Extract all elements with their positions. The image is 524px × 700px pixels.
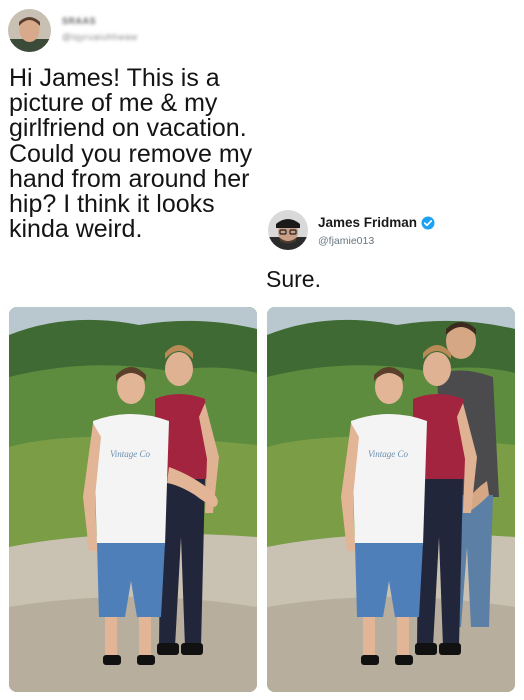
requester-handle[interactable]: @lqyruaiuhhwaw bbox=[62, 32, 138, 42]
requester-name[interactable]: SRAAS bbox=[62, 16, 96, 26]
photo-before[interactable]: Vintage Co bbox=[9, 307, 257, 692]
photo-after[interactable]: Vintage Co bbox=[267, 307, 515, 692]
reply-author-row: James Fridman bbox=[318, 215, 435, 230]
shirt-print-before: Vintage Co bbox=[110, 449, 151, 459]
shirt-print-after: Vintage Co bbox=[368, 449, 409, 459]
james-fridman-avatar[interactable] bbox=[268, 210, 308, 250]
verified-badge-icon bbox=[421, 216, 435, 230]
requester-avatar-image bbox=[8, 9, 51, 52]
james-fridman-avatar-image bbox=[268, 210, 308, 250]
reply-tweet-text: Sure. bbox=[266, 266, 321, 292]
request-tweet-text: Hi James! This is a picture of me & my g… bbox=[9, 64, 253, 244]
photo-after-image: Vintage Co bbox=[267, 307, 515, 692]
photo-before-image: Vintage Co bbox=[9, 307, 257, 692]
requester-avatar[interactable] bbox=[8, 9, 51, 52]
reply-author-handle[interactable]: @fjamie013 bbox=[318, 235, 374, 247]
reply-author-name[interactable]: James Fridman bbox=[318, 215, 417, 230]
